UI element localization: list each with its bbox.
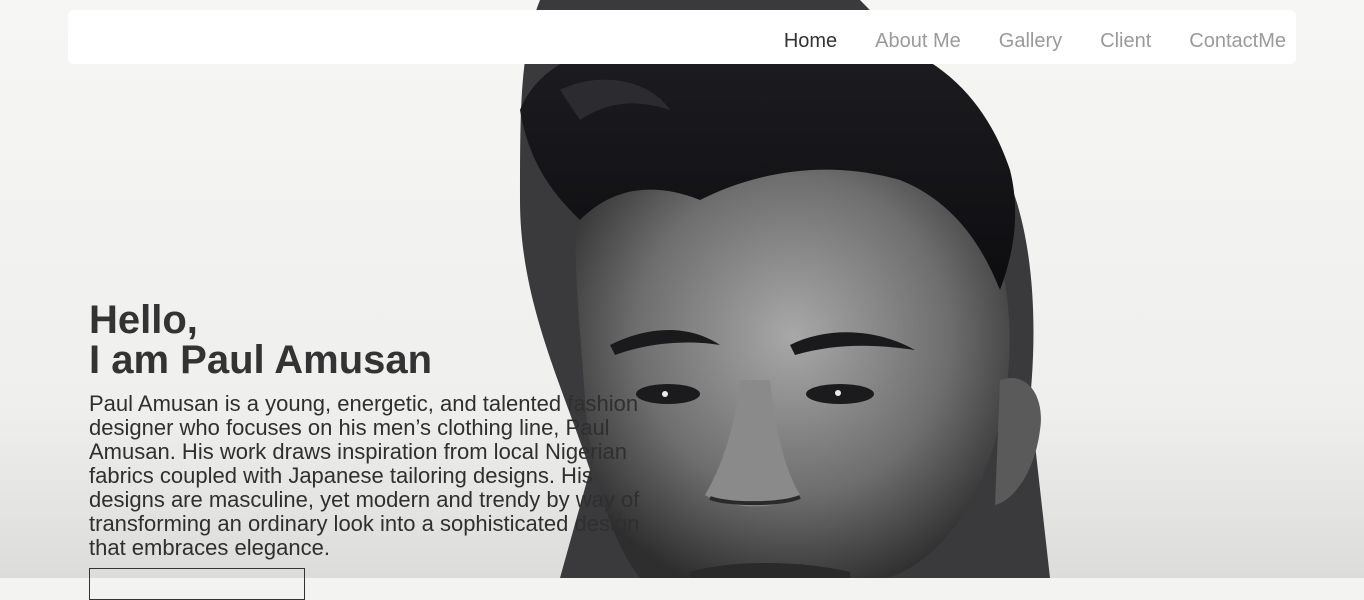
hero-heading: Hello, I am Paul Amusan — [89, 300, 649, 380]
greeting-line-1: Hello, — [89, 298, 198, 342]
hero-intro: Hello, I am Paul Amusan Paul Amusan is a… — [89, 300, 649, 560]
bio-paragraph: Paul Amusan is a young, energetic, and t… — [89, 391, 640, 560]
nav-links: Home About Me Gallery Client ContactMe — [784, 10, 1286, 64]
nav-item-about-me[interactable]: About Me — [875, 22, 961, 53]
top-navbar: Home About Me Gallery Client ContactMe — [68, 10, 1296, 64]
hero-cta-button[interactable] — [89, 568, 305, 600]
nav-item-home[interactable]: Home — [784, 22, 837, 53]
greeting-line-2: I am Paul Amusan — [89, 338, 433, 382]
nav-item-client[interactable]: Client — [1100, 22, 1151, 53]
nav-item-gallery[interactable]: Gallery — [999, 22, 1062, 53]
nav-item-contact-me[interactable]: ContactMe — [1189, 22, 1286, 53]
